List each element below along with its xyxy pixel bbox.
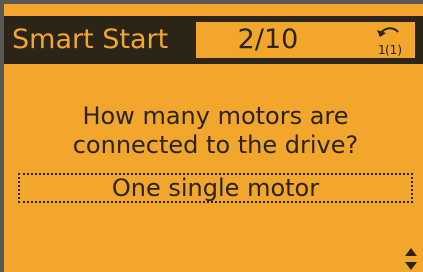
lcd-display: Smart Start 2/10 1 (1) How many motors a… — [4, 4, 423, 272]
scroll-up-down-icon — [405, 248, 417, 270]
wizard-title: Smart Start — [12, 22, 196, 58]
device-screen: Smart Start 2/10 1 (1) How many motors a… — [0, 0, 423, 272]
question-text: How many motors are connected to the dri… — [72, 102, 359, 159]
answer-selector[interactable]: One single motor — [18, 173, 413, 203]
header-bar: Smart Start 2/10 1 (1) — [4, 16, 423, 64]
back-button[interactable]: 1 (1) — [340, 22, 415, 58]
step-counter: 2/10 — [196, 22, 340, 58]
svg-text:(1): (1) — [385, 43, 402, 56]
back-arrow-icon: 1 (1) — [377, 27, 402, 56]
